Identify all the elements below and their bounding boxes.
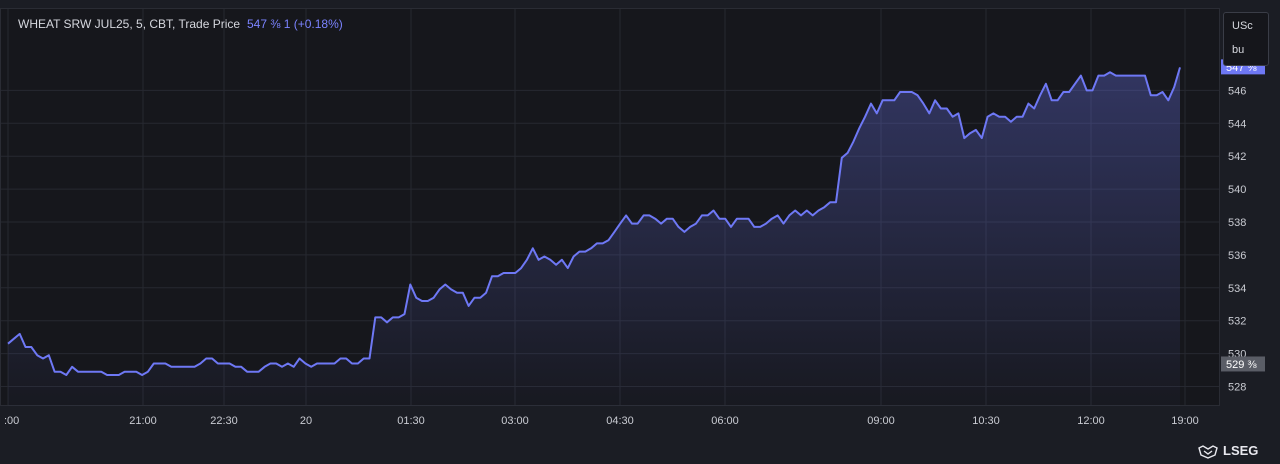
y-tick-label: 538 <box>1228 217 1246 229</box>
previous-close-label: 529 ⅜ <box>1226 359 1257 371</box>
x-tick-label: 19:00 <box>1171 415 1199 427</box>
x-tick-label: 20 <box>300 415 312 427</box>
x-tick-label: 09:00 <box>867 415 895 427</box>
unit-currency: USc <box>1232 20 1253 32</box>
x-tick-label: 12:00 <box>1077 415 1105 427</box>
x-tick-label: 10:30 <box>972 415 1000 427</box>
chart-container: 528 530 532 534 536 538 540 542 544 546:00 21:00 22… <box>0 0 1280 464</box>
x-tick-label: 04:30 <box>606 415 634 427</box>
x-tick-label: 01:30 <box>397 415 425 427</box>
instrument-title: WHEAT SRW JUL25, 5, CBT, Trade Price <box>18 17 241 31</box>
lseg-crest-icon <box>1198 444 1218 459</box>
price-change-readout: 547 ⅜ 1 (+0.18%) <box>247 17 343 31</box>
brand-name: LSEG <box>1223 443 1259 458</box>
unit-measure: bu <box>1232 44 1245 56</box>
brand-logo: LSEG <box>1198 443 1258 459</box>
y-tick-label: 540 <box>1228 184 1246 196</box>
y-tick-label: 532 <box>1228 316 1246 328</box>
y-tick-label: 534 <box>1228 283 1246 295</box>
y-tick-label: 544 <box>1228 118 1246 130</box>
price-chart[interactable]: 528530532534536538540542544546:00 21:00 22… <box>0 0 1280 464</box>
unit-selector[interactable]: USc bu <box>1223 12 1269 66</box>
y-tick-label: 542 <box>1228 151 1246 163</box>
y-tick-label: 546 <box>1228 85 1246 97</box>
x-tick-label: :00 <box>4 415 19 427</box>
x-tick-label: 03:00 <box>501 415 529 427</box>
x-tick-label: 21:00 <box>129 415 157 427</box>
x-tick-label: 22:30 <box>210 415 238 427</box>
y-tick-label: 528 <box>1228 382 1246 394</box>
price-area-fill <box>8 67 1180 407</box>
y-tick-label: 536 <box>1228 250 1246 262</box>
x-tick-label: 06:00 <box>711 415 739 427</box>
